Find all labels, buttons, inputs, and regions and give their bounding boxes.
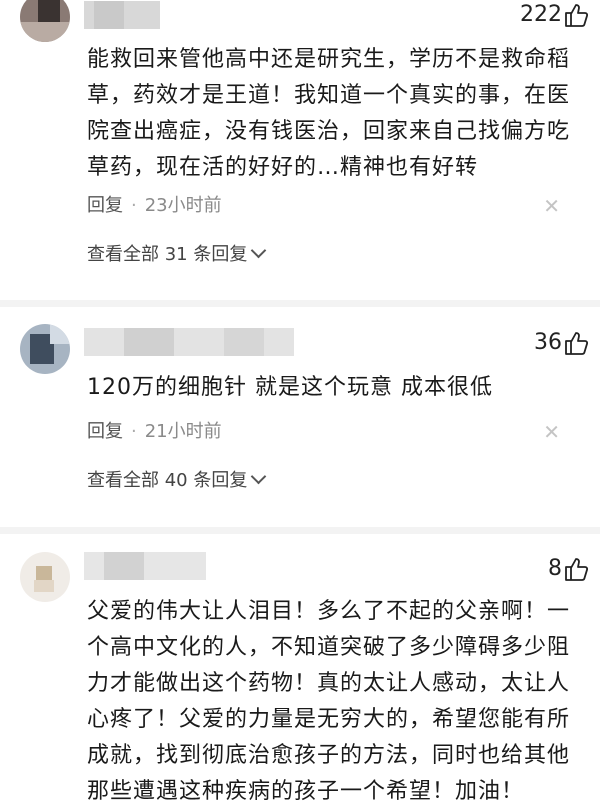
- timestamp: 21小时前: [144, 421, 222, 442]
- view-replies-label: 查看全部 31 条回复: [87, 244, 248, 265]
- chevron-down-icon: [251, 468, 267, 485]
- divider: [0, 300, 600, 307]
- username-blurred[interactable]: [84, 1, 160, 29]
- avatar[interactable]: [20, 0, 70, 42]
- comment-text: 父爱的伟大让人泪目！多么了不起的父亲啊！一个高中文化的人，不知道突破了多少障碍多…: [87, 599, 571, 804]
- reply-button[interactable]: 回复: [87, 195, 123, 216]
- view-replies-button[interactable]: 查看全部 31 条回复: [87, 241, 267, 269]
- avatar[interactable]: [20, 552, 70, 602]
- comment-3: 8 父爱的伟大让人泪目！多么了不起的父亲啊！一个高中文化的人，不知道突破了多少障…: [0, 548, 600, 804]
- meta-separator: ·: [131, 421, 137, 442]
- meta-separator: ·: [131, 195, 137, 216]
- chevron-down-icon: [251, 242, 267, 259]
- like-count: 8: [548, 556, 562, 581]
- view-replies-label: 查看全部 40 条回复: [87, 470, 248, 491]
- comment-text: 能救回来管他高中还是研究生，学历不是救命稻草，药效才是王道！我知道一个真实的事，…: [87, 47, 571, 180]
- thumbs-up-icon[interactable]: [564, 2, 588, 28]
- like-count: 222: [520, 2, 562, 27]
- avatar[interactable]: [20, 324, 70, 374]
- close-icon[interactable]: ✕: [543, 418, 560, 446]
- thumbs-up-icon[interactable]: [564, 330, 588, 356]
- timestamp: 23小时前: [144, 195, 222, 216]
- view-replies-button[interactable]: 查看全部 40 条回复: [87, 467, 267, 495]
- comment-2: 36 120万的细胞针 就是这个玩意 成本很低 回复 · 21小时前 ✕ 查看全部 …: [0, 320, 600, 530]
- comment-meta: 回复 · 21小时前: [87, 418, 222, 446]
- comment-meta: 回复 · 23小时前: [87, 192, 222, 220]
- username-blurred[interactable]: [84, 552, 206, 580]
- thumbs-up-icon[interactable]: [564, 556, 588, 582]
- username-blurred[interactable]: [84, 328, 294, 356]
- comment-text: 120万的细胞针 就是这个玩意 成本很低: [87, 375, 493, 400]
- comment-1: 222 能救回来管他高中还是研究生，学历不是救命稻草，药效才是王道！我知道一个真…: [0, 0, 600, 300]
- like-count: 36: [534, 330, 562, 355]
- close-icon[interactable]: ✕: [543, 192, 560, 220]
- reply-button[interactable]: 回复: [87, 421, 123, 442]
- divider: [0, 527, 600, 534]
